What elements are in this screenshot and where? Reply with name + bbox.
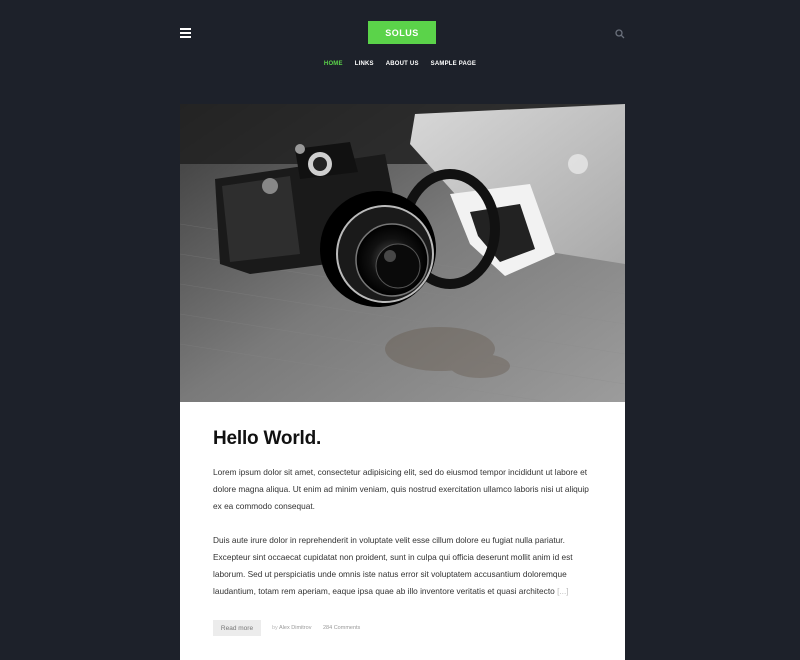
nav-sample-page[interactable]: SAMPLE PAGE	[431, 61, 476, 67]
post-excerpt-paragraph-2: Duis aute irure dolor in reprehenderit i…	[213, 532, 593, 600]
read-more-button[interactable]: Read more	[213, 620, 261, 636]
post-card: Hello World. Lorem ipsum dolor sit amet,…	[180, 402, 625, 660]
nav-about-us[interactable]: ABOUT US	[386, 61, 419, 67]
post-title[interactable]: Hello World.	[213, 428, 321, 450]
camera-photo-illustration	[180, 104, 625, 402]
ellipsis: [...]	[557, 586, 569, 596]
comments-count[interactable]: 284 Comments	[323, 625, 360, 631]
nav-home[interactable]: HOME	[324, 61, 343, 67]
post-author: by Alex Dimitrov	[272, 625, 311, 631]
main-navigation: HOME LINKS ABOUT US SAMPLE PAGE	[0, 61, 800, 67]
hamburger-menu-icon[interactable]	[180, 28, 191, 38]
post-excerpt-paragraph-1: Lorem ipsum dolor sit amet, consectetur …	[213, 467, 589, 511]
post-featured-image[interactable]	[180, 104, 625, 402]
by-prefix: by	[272, 625, 278, 631]
site-logo[interactable]: SOLUS	[368, 21, 436, 44]
nav-links[interactable]: LINKS	[355, 61, 374, 67]
author-name[interactable]: Alex Dimitrov	[279, 625, 311, 631]
search-icon[interactable]	[615, 29, 625, 39]
paragraph-2-text: Duis aute irure dolor in reprehenderit i…	[213, 535, 573, 596]
